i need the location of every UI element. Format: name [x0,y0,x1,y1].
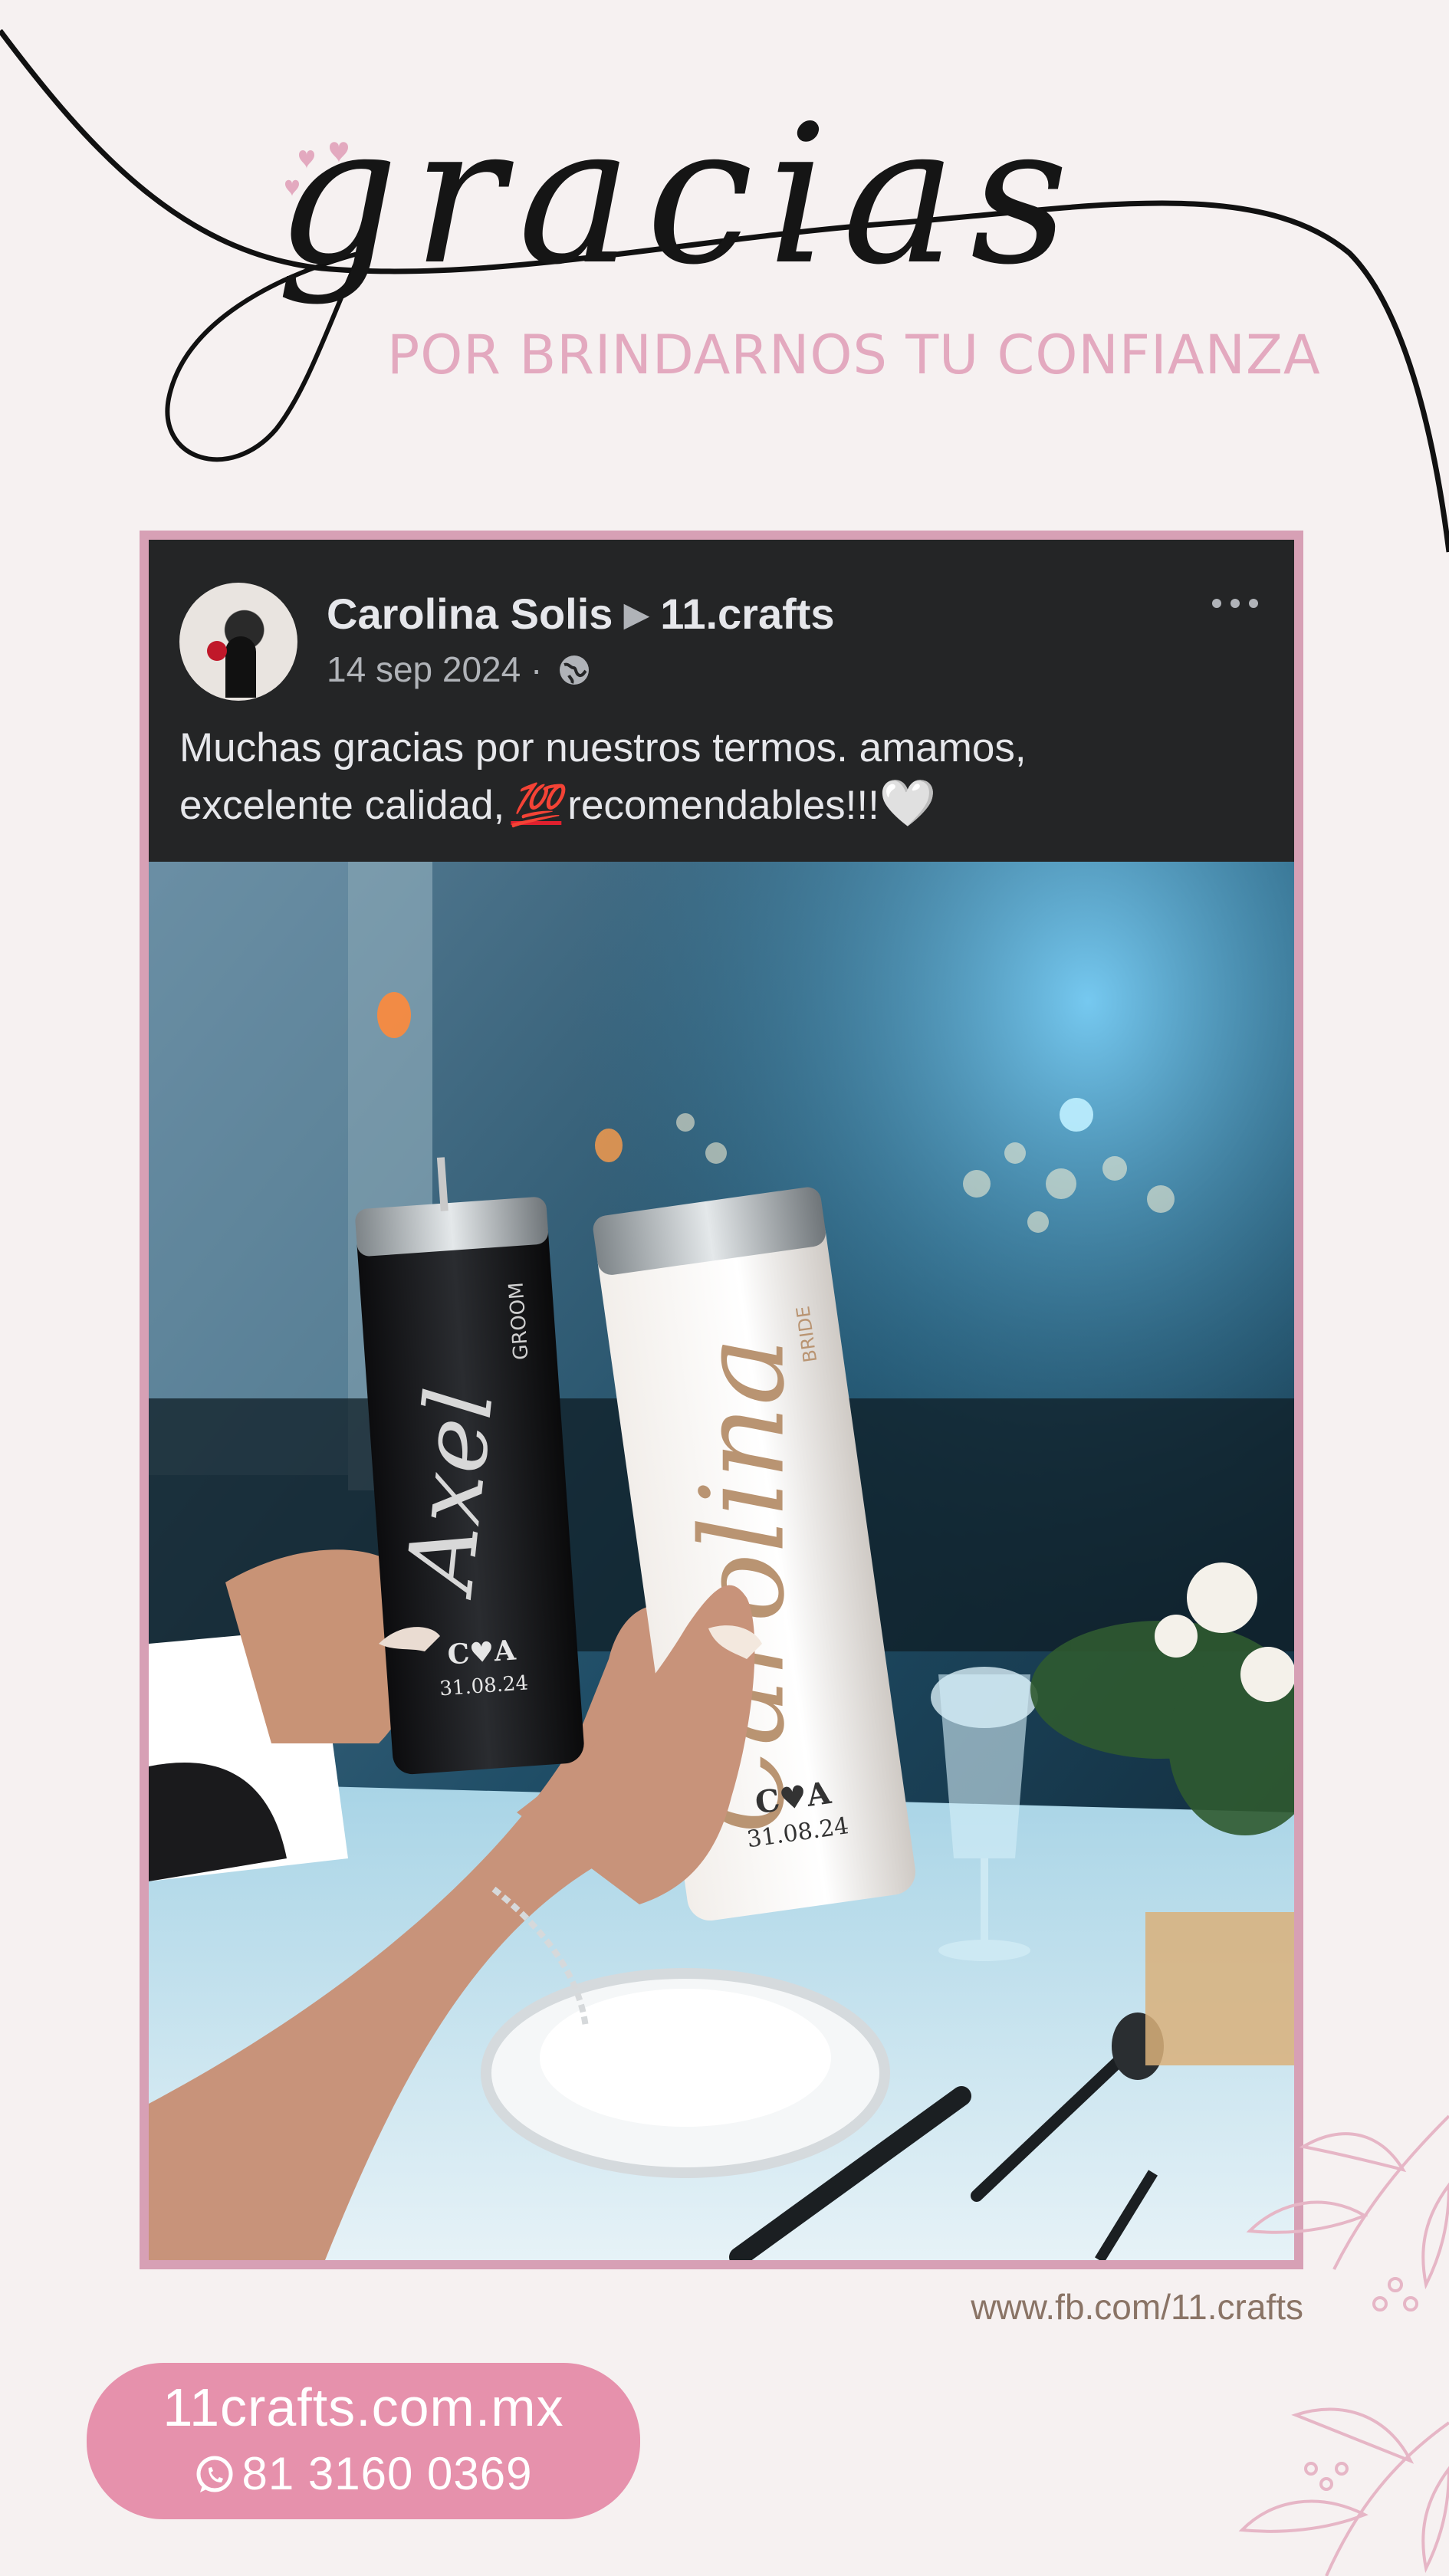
hundred-points-icon: 💯 [511,783,562,828]
avatar[interactable] [179,583,297,701]
post-header: Carolina Solis ▶ 11.crafts 14 sep 2024 · M… [149,540,1294,862]
phone-line[interactable]: 81 3160 0369 [87,2447,640,2500]
post-photo[interactable]: Axel GROOM C♥A 31.08.24 Carolina BRIDE C… [149,862,1294,2260]
globe-icon [560,656,590,685]
white-heart-icon: 🤍 [879,777,937,829]
phone-number: 81 3160 0369 [242,2448,533,2499]
post-author-line: Carolina Solis ▶ 11.crafts [327,589,835,639]
caption-text-end: recomendables!!! [567,783,879,828]
groom-tumbler-name: Axel [386,1383,514,1603]
page-name[interactable]: 11.crafts [660,590,834,638]
website-link[interactable]: 11crafts.com.mx [87,2377,640,2438]
post-caption: Muchas gracias por nuestros termos. amam… [179,721,1253,833]
whatsapp-icon [196,2456,233,2492]
post-date[interactable]: 14 sep 2024 · [327,649,542,689]
facebook-post-frame: Carolina Solis ▶ 11.crafts 14 sep 2024 · M… [140,531,1303,2269]
gracias-script-title: gracias [276,84,1083,307]
floral-decoration [1238,2114,1449,2576]
more-horizontal-icon[interactable] [1208,592,1262,615]
groom-tumbler-monogram: C♥A [446,1634,518,1671]
caption-line-2: excelente calidad, 💯 recomendables!!!🤍 [179,776,1253,833]
tagline: POR BRINDARNOS TU CONFIANZA [387,324,1321,386]
facebook-post: Carolina Solis ▶ 11.crafts 14 sep 2024 · M… [149,540,1294,2260]
author-name[interactable]: Carolina Solis [327,590,613,638]
contact-pill[interactable]: 11crafts.com.mx 81 3160 0369 [87,2363,640,2519]
post-date-line: 14 sep 2024 · [327,649,592,690]
arrow-right-icon: ▶ [623,596,650,633]
caption-text-start: excelente calidad, [179,783,505,828]
caption-line-1: Muchas gracias por nuestros termos. amam… [179,725,1027,770]
